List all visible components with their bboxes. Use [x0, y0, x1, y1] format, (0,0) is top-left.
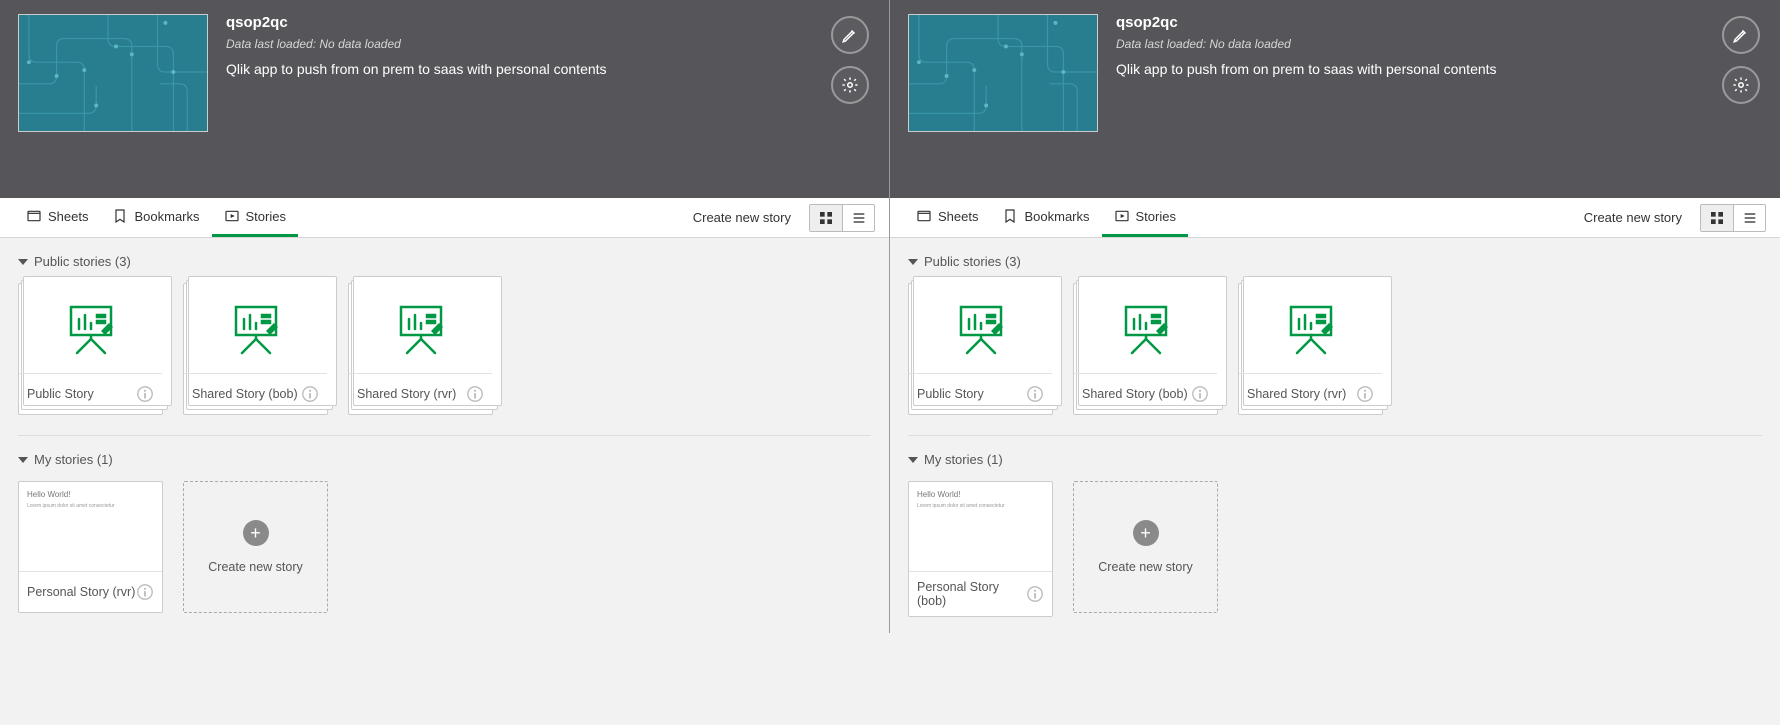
story-card[interactable]: Shared Story (bob) [183, 283, 328, 415]
info-icon[interactable] [466, 385, 484, 403]
public-stories-title: Public stories (3) [924, 254, 1021, 269]
story-card-label: Personal Story (bob) [917, 580, 1026, 608]
info-icon[interactable] [1026, 385, 1044, 403]
caret-down-icon [18, 457, 28, 463]
public-stories-header[interactable]: Public stories (3) [18, 254, 871, 269]
tab-bookmarks[interactable]: Bookmarks [990, 198, 1101, 237]
story-card-label: Shared Story (bob) [192, 387, 298, 401]
settings-button[interactable] [1722, 66, 1760, 104]
edit-button[interactable] [831, 16, 869, 54]
public-stories-header[interactable]: Public stories (3) [908, 254, 1762, 269]
story-card-label: Public Story [27, 387, 94, 401]
create-new-story-link[interactable]: Create new story [1574, 210, 1692, 225]
story-card-label: Personal Story (rvr) [27, 585, 135, 599]
app-subtitle: Data last loaded: No data loaded [226, 37, 871, 51]
grid-view-button[interactable] [810, 205, 842, 231]
public-stories-title: Public stories (3) [34, 254, 131, 269]
story-card[interactable]: Shared Story (rvr) [1238, 283, 1383, 415]
tab-sheets[interactable]: Sheets [14, 198, 100, 237]
my-stories-title: My stories (1) [34, 452, 113, 467]
story-card-label: Shared Story (rvr) [357, 387, 456, 401]
caret-down-icon [18, 259, 28, 265]
create-story-card-label: Create new story [208, 560, 302, 574]
tab-stories-label: Stories [1136, 209, 1176, 224]
info-icon[interactable] [136, 385, 154, 403]
my-stories-header[interactable]: My stories (1) [908, 452, 1762, 467]
caret-down-icon [908, 457, 918, 463]
info-icon[interactable] [1191, 385, 1209, 403]
story-preview [1239, 284, 1382, 374]
tab-stories[interactable]: Stories [212, 198, 298, 237]
create-new-story-link[interactable]: Create new story [683, 210, 801, 225]
story-card[interactable]: Hello World!Lorem ipsum dolor sit amet c… [18, 481, 163, 613]
story-card[interactable]: Public Story [908, 283, 1053, 415]
info-icon[interactable] [301, 385, 319, 403]
plus-icon: + [1133, 520, 1159, 546]
caret-down-icon [908, 259, 918, 265]
plus-icon: + [243, 520, 269, 546]
story-preview [909, 284, 1052, 374]
settings-button[interactable] [831, 66, 869, 104]
list-view-button[interactable] [1733, 205, 1765, 231]
tab-stories[interactable]: Stories [1102, 198, 1188, 237]
tab-bookmarks-label: Bookmarks [1024, 209, 1089, 224]
story-card[interactable]: Hello World!Lorem ipsum dolor sit amet c… [908, 481, 1053, 617]
app-title: qsop2qc [1116, 14, 1762, 31]
story-card[interactable]: Shared Story (bob) [1073, 283, 1218, 415]
story-card[interactable]: Shared Story (rvr) [348, 283, 493, 415]
tab-sheets[interactable]: Sheets [904, 198, 990, 237]
create-story-card[interactable]: + Create new story [1073, 481, 1218, 613]
app-thumbnail [18, 14, 208, 132]
story-card[interactable]: Public Story [18, 283, 163, 415]
grid-view-button[interactable] [1701, 205, 1733, 231]
create-story-card-label: Create new story [1098, 560, 1192, 574]
app-thumbnail [908, 14, 1098, 132]
story-card-label: Shared Story (bob) [1082, 387, 1188, 401]
app-description: Qlik app to push from on prem to saas wi… [1116, 61, 1762, 77]
create-story-card[interactable]: + Create new story [183, 481, 328, 613]
story-card-label: Shared Story (rvr) [1247, 387, 1346, 401]
story-preview [349, 284, 492, 374]
story-preview: Hello World!Lorem ipsum dolor sit amet c… [19, 482, 162, 572]
info-icon[interactable] [136, 583, 154, 601]
list-view-button[interactable] [842, 205, 874, 231]
story-card-label: Public Story [917, 387, 984, 401]
my-stories-title: My stories (1) [924, 452, 1003, 467]
app-title: qsop2qc [226, 14, 871, 31]
app-subtitle: Data last loaded: No data loaded [1116, 37, 1762, 51]
tab-bookmarks[interactable]: Bookmarks [100, 198, 211, 237]
story-preview [19, 284, 162, 374]
story-preview: Hello World!Lorem ipsum dolor sit amet c… [909, 482, 1052, 572]
tab-stories-label: Stories [246, 209, 286, 224]
tab-bookmarks-label: Bookmarks [134, 209, 199, 224]
story-preview [1074, 284, 1217, 374]
tab-sheets-label: Sheets [938, 209, 978, 224]
app-description: Qlik app to push from on prem to saas wi… [226, 61, 871, 77]
edit-button[interactable] [1722, 16, 1760, 54]
tab-sheets-label: Sheets [48, 209, 88, 224]
story-preview [184, 284, 327, 374]
my-stories-header[interactable]: My stories (1) [18, 452, 871, 467]
info-icon[interactable] [1026, 585, 1044, 603]
info-icon[interactable] [1356, 385, 1374, 403]
